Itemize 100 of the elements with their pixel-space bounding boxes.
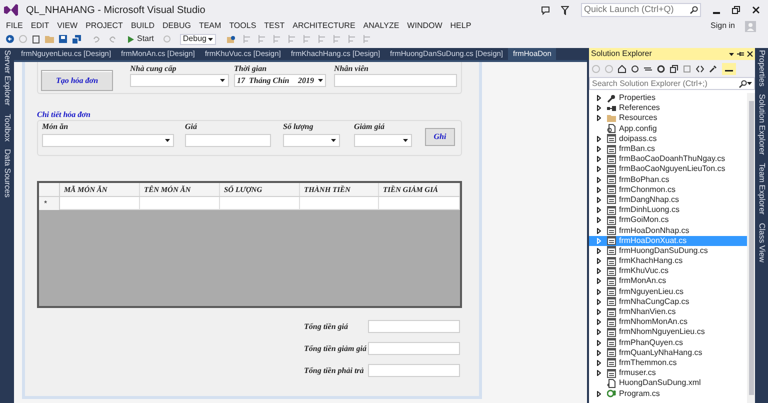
collapse-icon[interactable] [670,64,678,72]
tree-item[interactable]: frmuser.cs [589,368,747,378]
configuration-dropdown[interactable]: Debug [180,34,216,44]
date-picker[interactable]: 17 Tháng Chín 2019 [234,74,326,87]
tool-window-tab[interactable]: Server Explorer [1,50,13,106]
caret-icon[interactable] [331,139,336,142]
find-icon[interactable] [226,34,236,44]
menu-item[interactable]: TEST [260,20,289,32]
save-all-icon[interactable] [72,34,81,44]
new-item-icon[interactable] [32,34,40,44]
expand-arrow-icon[interactable] [597,146,601,152]
tool-window-tab[interactable]: Properties [756,50,768,86]
expand-arrow-icon[interactable] [597,340,601,346]
expand-arrow-icon[interactable] [597,115,601,122]
tree-item[interactable]: frmHoaDonNhap.cs [589,225,747,236]
menu-item[interactable]: EDIT [26,20,54,32]
sign-in-link[interactable]: Sign in [710,20,735,32]
menu-item[interactable]: FILE [2,20,27,32]
tree-item[interactable]: frmNhaCungCap.cs [589,296,747,307]
scroll-thumb[interactable] [748,101,754,395]
wrench-icon[interactable] [709,64,717,72]
expand-arrow-icon[interactable] [597,248,601,254]
code-icon[interactable] [696,64,704,72]
save-icon[interactable] [59,35,67,43]
expand-arrow-icon[interactable] [597,228,601,234]
text-field[interactable] [185,134,271,147]
expand-arrow-icon[interactable] [597,258,601,264]
tree-item[interactable]: frmPhanQuyen.cs [589,338,747,348]
close-icon[interactable] [752,6,760,14]
create-invoice-button[interactable]: Tạo hóa đơn [41,70,113,91]
preview-toggle-icon[interactable] [722,62,736,74]
text-field[interactable] [368,364,460,377]
search-icon[interactable] [739,80,747,88]
scrollbar[interactable] [747,93,755,403]
expand-arrow-icon[interactable] [597,95,601,102]
caret-icon[interactable] [747,82,752,85]
expand-arrow-icon[interactable] [597,370,601,376]
expand-arrow-icon[interactable] [597,207,601,214]
expand-arrow-icon[interactable] [597,217,601,224]
tree-item[interactable]: frmGoiMon.cs [589,215,747,226]
tree-item[interactable]: frmBaoCaoDoanhThuNgay.cs [589,154,747,164]
expand-arrow-icon[interactable] [597,105,601,112]
home-icon[interactable] [618,64,626,72]
tree-item[interactable]: frmKhuVuc.cs [589,266,747,276]
menu-item[interactable]: ARCHITECTURE [288,20,360,32]
menu-item[interactable]: BUILD [126,20,158,32]
expand-arrow-icon[interactable] [597,350,601,356]
tree-item[interactable]: frmBan.cs [589,144,747,154]
caret-icon[interactable] [165,139,170,142]
tree-item[interactable]: frmQuanLyNhaHang.cs [589,348,747,358]
filter-icon[interactable] [561,6,569,14]
text-field[interactable] [368,320,460,333]
tree-item[interactable]: Resources [589,113,747,124]
tree-item[interactable]: frmNhanVien.cs [589,306,747,318]
tree-item[interactable]: References [589,103,747,114]
search-field[interactable]: Search Solution Explorer (Ctrl+;) [589,77,755,90]
tree-item[interactable]: frmMonAn.cs [589,276,747,287]
tree-item[interactable]: frmHuongDanSuDung.cs [589,246,747,256]
expand-arrow-icon[interactable] [597,288,601,295]
tool-window-tab[interactable]: Class View [756,222,768,262]
close-icon[interactable] [747,51,753,57]
expand-arrow-icon[interactable] [597,329,601,336]
tool-window-tab[interactable]: Data Sources [1,149,13,198]
tree-item[interactable]: Properties [589,93,747,104]
caret-icon[interactable] [318,79,323,82]
tree-item[interactable]: frmThemmon.cs [589,358,747,368]
caret-icon[interactable] [403,139,408,142]
expand-arrow-icon[interactable] [597,298,601,305]
expand-arrow-icon[interactable] [597,196,601,203]
expand-arrow-icon[interactable] [597,390,601,397]
menu-item[interactable]: PROJECT [82,20,127,32]
expand-arrow-icon[interactable] [597,278,601,284]
quick-launch-field[interactable]: Quick Launch (Ctrl+Q) [581,3,701,17]
tree-item[interactable]: frmNguyenLieu.cs [589,286,747,297]
menu-item[interactable]: VIEW [53,20,82,32]
text-field[interactable] [334,74,457,87]
menu-item[interactable]: HELP [446,20,476,32]
expand-arrow-icon[interactable] [597,176,601,183]
restore-icon[interactable] [732,6,740,14]
tree-item[interactable]: frmNhomNguyenLieu.cs [589,327,747,338]
caret-icon[interactable] [220,79,225,82]
tree-item[interactable]: frmBoPhan.cs [589,174,747,185]
tree-item[interactable]: frmBaoCaoNguyenLieuTon.cs [589,164,747,174]
tool-window-tab[interactable]: Team Explorer [756,163,768,215]
expand-arrow-icon[interactable] [597,319,601,326]
tree-item[interactable]: doipass.cs [589,134,747,144]
start-button[interactable]: Start [128,33,154,45]
tree-item[interactable]: frmDinhLuong.cs [589,205,747,216]
caret-icon[interactable] [208,38,213,40]
menu-item[interactable]: DEBUG [158,20,195,32]
expand-arrow-icon[interactable] [597,156,601,162]
tree-item[interactable]: frmDangNhap.cs [589,194,747,206]
feedback-icon[interactable] [541,6,550,14]
expand-arrow-icon[interactable] [597,360,601,366]
tool-window-tab[interactable]: Solution Explorer [756,94,768,156]
menu-item[interactable]: WINDOW [403,20,446,32]
menu-item[interactable]: ANALYZE [359,20,404,32]
caret-icon[interactable] [729,52,734,56]
tree-item[interactable]: App.config [589,124,747,134]
tree-item[interactable]: frmChonmon.cs [589,184,747,195]
